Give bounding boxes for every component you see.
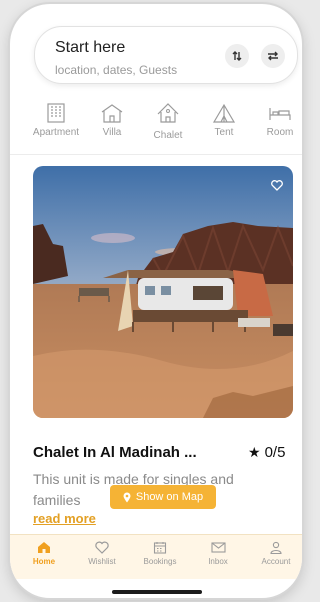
read-more-link[interactable]: read more (33, 511, 96, 526)
tab-home[interactable]: Home (16, 541, 72, 566)
category-villa[interactable]: Villa (84, 102, 140, 138)
home-icon (38, 542, 50, 553)
show-on-map-label: Show on Map (135, 491, 204, 503)
category-row: Apartment Villa Chalet Tent Room (28, 102, 302, 152)
listing-rating: ★ 0/5 (248, 444, 285, 461)
home-indicator[interactable] (112, 590, 202, 594)
tab-label: Account (261, 557, 291, 566)
user-icon (270, 541, 282, 554)
heart-icon (95, 541, 109, 554)
category-label: Tent (214, 127, 234, 138)
rating-value: 0/5 (264, 444, 286, 461)
bed-icon (269, 108, 291, 120)
location-pin-icon (123, 492, 131, 502)
desert-chalet-photo (33, 166, 293, 418)
search-subtitle: location, dates, Guests (55, 63, 178, 77)
tab-inbox[interactable]: Inbox (190, 541, 246, 566)
search-bar[interactable]: Start here location, dates, Guests (34, 26, 298, 84)
mail-icon (210, 542, 226, 553)
star-icon: ★ (248, 444, 261, 460)
tab-label: Home (32, 557, 56, 566)
swap-arrows-icon (268, 51, 278, 61)
category-label: Chalet (153, 130, 183, 141)
chalet-icon (157, 103, 179, 123)
favorite-button[interactable] (271, 178, 283, 196)
tab-account[interactable]: Account (248, 541, 302, 566)
tab-label: Inbox (208, 557, 228, 566)
tab-label: Wishlist (88, 557, 116, 566)
sort-button[interactable] (225, 44, 249, 68)
listing-title[interactable]: Chalet In Al Madinah ... (33, 444, 197, 461)
category-label: Apartment (32, 127, 80, 138)
apartment-icon (47, 103, 65, 123)
show-on-map-button[interactable]: Show on Map (110, 485, 216, 509)
category-label: Room (266, 127, 294, 138)
divider (10, 154, 302, 155)
sort-arrows-icon (232, 51, 242, 61)
tent-icon (212, 103, 236, 123)
tab-bookings[interactable]: Bookings (132, 541, 188, 566)
heart-outline-icon (271, 180, 283, 191)
search-title: Start here (55, 39, 126, 56)
phone-screen: Start here location, dates, Guests Apart… (10, 4, 302, 598)
villa-icon (101, 104, 123, 123)
category-label: Villa (102, 127, 122, 138)
calendar-icon (153, 542, 167, 554)
tab-wishlist[interactable]: Wishlist (74, 541, 130, 566)
category-tent[interactable]: Tent (196, 102, 252, 138)
tab-label: Bookings (143, 557, 177, 566)
filter-button[interactable] (261, 44, 285, 68)
category-chalet[interactable]: Chalet (140, 102, 196, 141)
bottom-tab-bar: Home Wishlist Bookings Inbox Account (10, 534, 302, 579)
category-apartment[interactable]: Apartment (28, 102, 84, 138)
listing-photo[interactable] (33, 166, 293, 418)
category-room[interactable]: Room (252, 102, 302, 138)
